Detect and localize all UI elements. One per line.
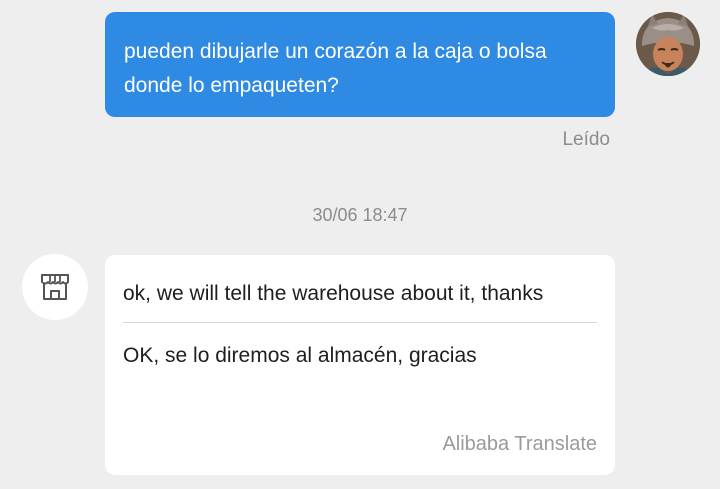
incoming-message-bubble[interactable]: ok, we will tell the warehouse about it,… bbox=[105, 255, 615, 475]
chat-view: pueden dibujarle un corazón a la caja o … bbox=[0, 0, 720, 489]
translation-divider bbox=[123, 322, 597, 323]
incoming-message-translation: OK, se lo diremos al almacén, gracias bbox=[123, 344, 477, 367]
incoming-message-original: ok, we will tell the warehouse about it,… bbox=[123, 282, 544, 305]
read-status: Leído bbox=[562, 129, 610, 150]
outgoing-message-text: pueden dibujarle un corazón a la caja o … bbox=[124, 40, 547, 97]
store-avatar[interactable] bbox=[22, 254, 88, 320]
translation-credit: Alibaba Translate bbox=[442, 433, 597, 455]
user-avatar-image bbox=[636, 12, 700, 76]
message-timestamp: 30/06 18:47 bbox=[312, 205, 408, 225]
user-avatar[interactable] bbox=[636, 12, 700, 76]
store-icon bbox=[41, 274, 69, 300]
outgoing-message-bubble[interactable]: pueden dibujarle un corazón a la caja o … bbox=[105, 12, 615, 117]
